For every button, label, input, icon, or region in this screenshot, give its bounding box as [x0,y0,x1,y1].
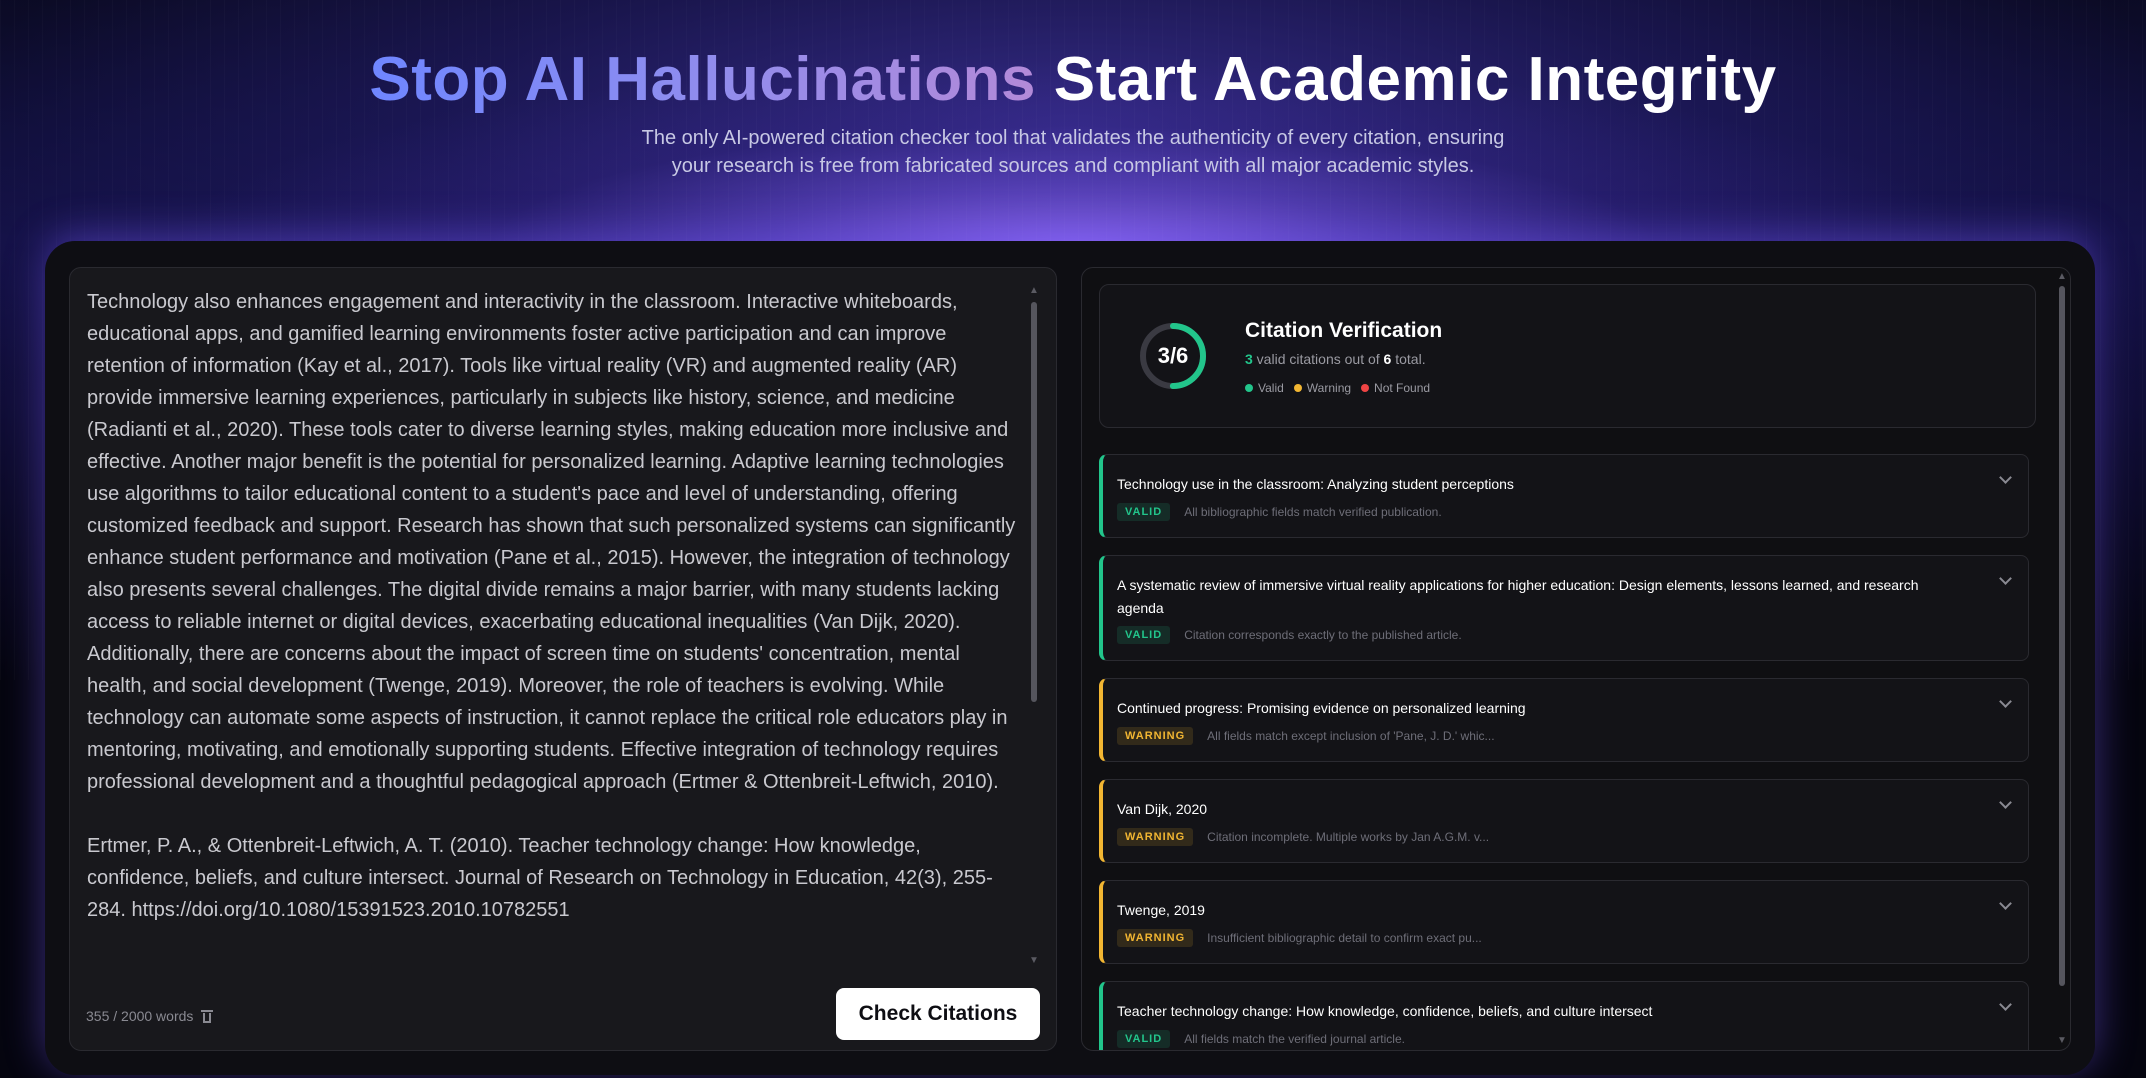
citation-note: Insufficient bibliographic detail to con… [1207,931,1482,945]
hero-subtitle: The only AI-powered citation checker too… [641,127,1505,177]
summary-card: 3/6 Citation Verification 3 valid citati… [1099,284,2036,428]
editor-paragraph: Technology also enhances engagement and … [87,291,1016,793]
citation-note: All fields match the verified journal ar… [1184,1032,1405,1046]
trash-icon[interactable] [201,1009,214,1023]
summary-end-text: total. [1391,351,1426,367]
word-count-label: 355 / 2000 words [86,1008,194,1024]
citation-card[interactable]: Teacher technology change: How knowledge… [1099,981,2029,1050]
citation-status-row: WARNING All fields match except inclusio… [1117,727,1495,745]
status-badge: WARNING [1117,727,1194,745]
citation-card[interactable]: Van Dijk, 2020 WARNING Citation incomple… [1099,779,2029,863]
legend-warning: Warning [1293,381,1352,395]
chevron-down-icon[interactable] [1999,695,2012,708]
valid-dot-icon [1245,384,1253,392]
legend-label: Warning [1306,381,1352,395]
scroll-thumb[interactable] [2059,286,2065,986]
chevron-down-icon[interactable] [1999,572,2012,585]
summary-title: Citation Verification [1245,319,1443,342]
citation-status-row: WARNING Citation incomplete. Multiple wo… [1117,828,1489,846]
citation-card[interactable]: A systematic review of immersive virtual… [1099,555,2029,661]
citation-note: Citation incomplete. Multiple works by J… [1207,830,1490,844]
hero-headline: Stop AI Hallucinations Start Academic In… [0,44,2146,115]
chevron-down-icon[interactable] [1999,796,2012,809]
citation-status-row: VALID Citation corresponds exactly to th… [1117,626,1462,644]
citation-title: Teacher technology change: How knowledge… [1117,1003,1653,1019]
results-panel: 3/6 Citation Verification 3 valid citati… [1081,267,2071,1051]
chevron-down-icon[interactable] [1999,897,2012,910]
legend-valid: Valid [1245,381,1284,395]
editor-content[interactable]: Technology also enhances engagement and … [87,286,1017,936]
citation-card[interactable]: Technology use in the classroom: Analyzi… [1099,454,2029,538]
summary-mid-text: valid citations out of [1252,351,1384,367]
status-badge: WARNING [1117,929,1194,947]
citation-note: Citation corresponds exactly to the publ… [1184,628,1462,642]
status-badge: WARNING [1117,828,1194,846]
scroll-down-icon[interactable]: ▼ [1029,956,1039,966]
citation-title: Twenge, 2019 [1117,902,1205,918]
scroll-up-icon[interactable]: ▲ [2057,272,2067,282]
editor-scrollbar[interactable]: ▲ ▼ [1029,286,1039,966]
score-label: 3/6 [1157,343,1189,368]
citation-card[interactable]: Continued progress: Promising evidence o… [1099,678,2029,762]
scroll-up-icon[interactable]: ▲ [1029,286,1039,296]
status-badge: VALID [1117,1030,1171,1048]
text-editor[interactable]: Technology also enhances engagement and … [69,267,1057,1051]
citation-card[interactable]: Twenge, 2019 WARNING Insufficient biblio… [1099,880,2029,964]
warning-dot-icon [1293,384,1302,392]
citation-note: All bibliographic fields match verified … [1184,505,1442,519]
valid-count: 3 [1245,351,1253,367]
summary-text: 3 valid citations out of 6 total. [1245,351,1426,367]
citation-status-row: WARNING Insufficient bibliographic detai… [1117,929,1482,947]
citation-title: Continued progress: Promising evidence o… [1117,700,1526,716]
citation-status-row: VALID All bibliographic fields match ver… [1117,503,1442,521]
citation-note: All fields match except inclusion of 'Pa… [1207,729,1495,743]
status-badge: VALID [1117,626,1171,644]
results-scrollbar[interactable]: ▲ ▼ [2057,272,2067,1046]
not-found-dot-icon [1361,384,1370,392]
scroll-down-icon[interactable]: ▼ [2057,1036,2067,1046]
chevron-down-icon[interactable] [1999,998,2012,1011]
status-legend: Valid Warning Not Found [1245,381,1430,395]
citation-title: A systematic review of immersive virtual… [1117,577,1919,616]
check-citations-button[interactable]: Check Citations [836,988,1040,1040]
citation-status-row: VALID All fields match the verified jour… [1117,1030,1405,1048]
citation-title: Van Dijk, 2020 [1117,801,1208,817]
headline-accent: Stop AI Hallucinations [369,45,1036,114]
citation-title: Technology use in the classroom: Analyzi… [1117,476,1514,492]
word-count: 355 / 2000 words [86,1008,214,1024]
scroll-thumb[interactable] [1031,302,1037,702]
legend-not-found: Not Found [1361,381,1430,395]
legend-label: Not Found [1374,381,1431,395]
headline-rest: Start Academic Integrity [1053,45,1777,114]
chevron-down-icon[interactable] [1999,471,2012,484]
checker-panel: Technology also enhances engagement and … [45,241,2095,1075]
editor-paragraph: Ertmer, P. A., & Ottenbreit-Leftwich, A.… [87,835,993,921]
status-badge: VALID [1117,503,1171,521]
legend-label: Valid [1258,381,1284,395]
